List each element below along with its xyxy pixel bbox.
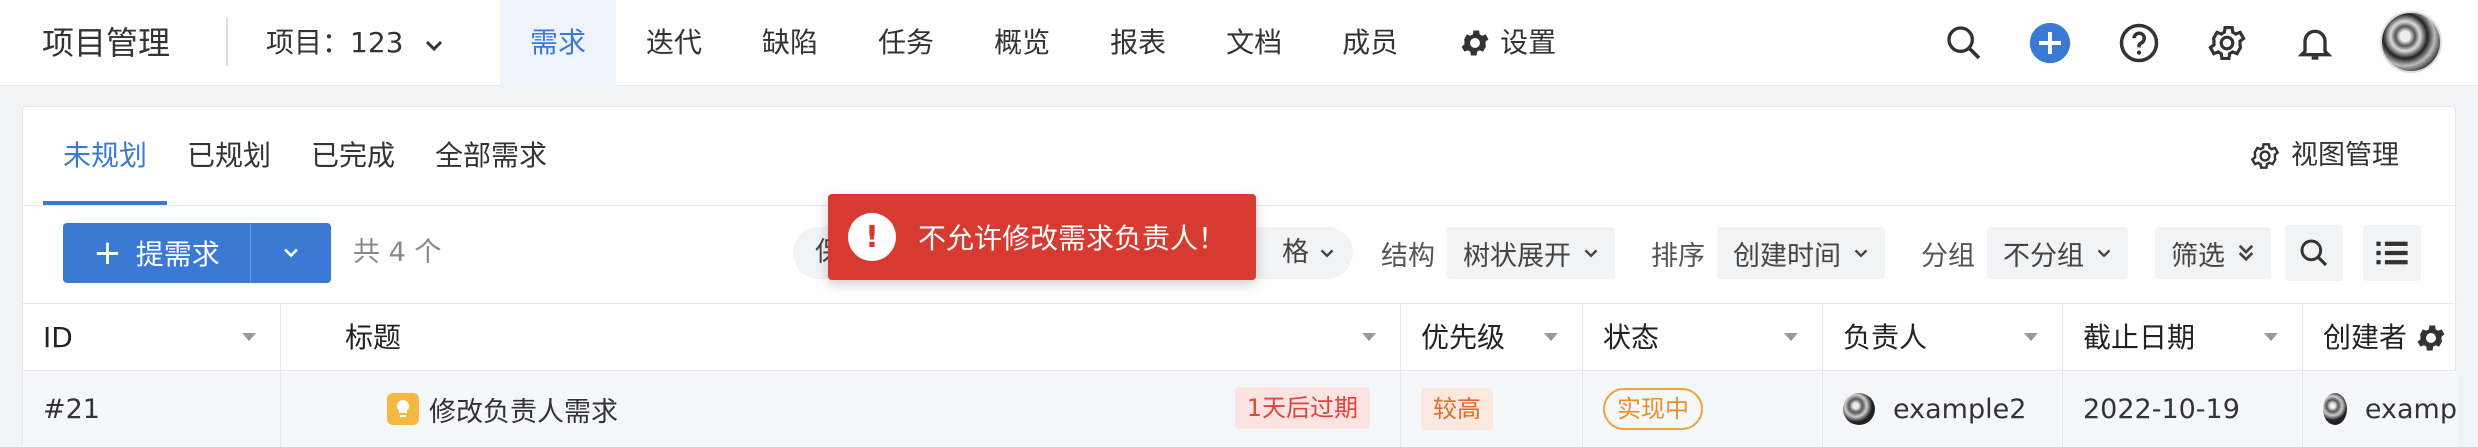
sort-select[interactable]: 创建时间	[1717, 227, 1885, 279]
caret-down-icon	[1544, 333, 1558, 341]
caret-down-icon	[242, 333, 256, 341]
tab-completed[interactable]: 已完成	[291, 107, 415, 205]
app-title: 项目管理	[42, 24, 171, 62]
tab-unplanned[interactable]: 未规划	[43, 107, 168, 205]
chevron-down-icon	[1854, 249, 1868, 258]
create-requirement-button[interactable]: + 提需求	[63, 223, 331, 283]
chevron-down-icon	[2097, 249, 2111, 258]
table-header: ID 标题 优先级 状态 负责人 截止日期 创建者	[23, 303, 2457, 372]
sort-filter: 排序 创建时间	[1651, 223, 1885, 283]
column-header-owner[interactable]: 负责人	[1823, 304, 2063, 372]
creator-name: examp	[2364, 393, 2457, 425]
column-header-status[interactable]: 状态	[1583, 304, 1823, 372]
help-icon[interactable]	[2117, 21, 2161, 65]
exclamation-icon: !	[848, 213, 896, 261]
nav-item-members[interactable]: 成员	[1312, 0, 1428, 86]
tab-planned[interactable]: 已规划	[167, 107, 291, 205]
table-row[interactable]: #21 修改负责人需求 1天后过期 较高 实现中 example2 2022-1…	[23, 371, 2457, 447]
structure-select[interactable]: 树状展开	[1447, 227, 1615, 279]
nav-item-overview[interactable]: 概览	[964, 0, 1080, 86]
search-icon	[2300, 239, 2328, 267]
caret-down-icon	[1362, 333, 1376, 341]
caret-down-icon	[2024, 333, 2038, 341]
nav-item-requirements[interactable]: 需求	[500, 0, 617, 86]
double-chevron-down-icon	[2238, 244, 2254, 262]
top-navigation-bar: 项目管理 项目：123 需求 迭代 缺陷 任务 概览 报表 文档 成员 设置	[0, 0, 2478, 86]
group-select[interactable]: 不分组	[1987, 227, 2128, 279]
requirement-title: 修改负责人需求	[429, 396, 618, 428]
table-search-button[interactable]	[2285, 225, 2343, 281]
column-header-priority[interactable]: 优先级	[1401, 304, 1583, 372]
create-requirement-main[interactable]: + 提需求	[63, 223, 251, 283]
nav-item-docs[interactable]: 文档	[1196, 0, 1312, 86]
column-header-id[interactable]: ID	[23, 304, 281, 372]
cell-priority[interactable]: 较高	[1401, 371, 1583, 447]
item-count: 共 4 个	[353, 237, 442, 268]
cell-id: #21	[23, 371, 281, 447]
view-manage-button[interactable]: 视图管理	[2249, 107, 2399, 205]
story-icon	[387, 393, 419, 425]
bell-icon[interactable]	[2293, 21, 2337, 65]
settings-gear-icon[interactable]	[2205, 21, 2249, 65]
user-avatar[interactable]	[2380, 11, 2442, 73]
gear-icon	[2250, 143, 2280, 169]
cell-title[interactable]: 修改负责人需求 1天后过期	[281, 371, 1401, 447]
tab-all[interactable]: 全部需求	[415, 107, 567, 205]
column-settings-gear-icon[interactable]	[2409, 316, 2453, 360]
project-label: 项目：123	[266, 26, 404, 59]
nav-item-defects[interactable]: 缺陷	[732, 0, 848, 86]
priority-badge: 较高	[1421, 388, 1493, 430]
list-view-button[interactable]	[2363, 225, 2421, 281]
cell-status[interactable]: 实现中	[1583, 371, 1823, 447]
cell-owner[interactable]: example2	[1823, 371, 2063, 447]
gear-icon	[1461, 30, 1489, 56]
add-icon[interactable]	[2028, 21, 2072, 65]
cell-creator: examp	[2303, 371, 2457, 447]
search-icon[interactable]	[1942, 21, 1986, 65]
nav-item-tasks[interactable]: 任务	[848, 0, 964, 86]
requirement-tabs: 未规划 已规划 已完成 全部需求	[43, 107, 567, 205]
nav-item-iterations[interactable]: 迭代	[616, 0, 732, 86]
column-header-due-date[interactable]: 截止日期	[2063, 304, 2303, 372]
list-icon	[2376, 241, 2408, 265]
chevron-down-icon	[424, 1, 444, 87]
error-toast: ! 不允许修改需求负责人！	[828, 194, 1256, 280]
status-badge: 实现中	[1603, 388, 1703, 430]
avatar	[1843, 393, 1875, 425]
create-dropdown-toggle[interactable]	[251, 223, 331, 283]
column-header-title[interactable]: 标题	[281, 304, 1401, 372]
structure-filter: 结构 树状展开	[1381, 223, 1615, 283]
chevron-down-icon	[1584, 249, 1598, 258]
plus-icon: +	[93, 233, 122, 273]
cell-due-date[interactable]: 2022-10-19	[2063, 371, 2303, 447]
group-filter: 分组 不分组	[1921, 223, 2128, 283]
nav-item-settings[interactable]: 设置	[1428, 0, 1586, 86]
divider	[226, 18, 228, 66]
toast-message: 不允许修改需求负责人！	[918, 222, 1227, 255]
overdue-badge: 1天后过期	[1234, 387, 1370, 429]
caret-down-icon	[2264, 333, 2278, 341]
chevron-down-icon	[284, 248, 298, 258]
owner-name: example2	[1893, 393, 2027, 425]
avatar	[2323, 393, 2347, 425]
caret-down-icon	[1784, 333, 1798, 341]
project-selector[interactable]: 项目：123	[266, 0, 444, 86]
nav-item-reports[interactable]: 报表	[1080, 0, 1196, 86]
filter-button[interactable]: 筛选	[2155, 227, 2271, 279]
main-nav: 需求 迭代 缺陷 任务 概览 报表 文档 成员 设置	[500, 0, 1586, 86]
chevron-down-icon	[1320, 249, 1334, 258]
filter-control: 筛选	[2155, 223, 2271, 283]
